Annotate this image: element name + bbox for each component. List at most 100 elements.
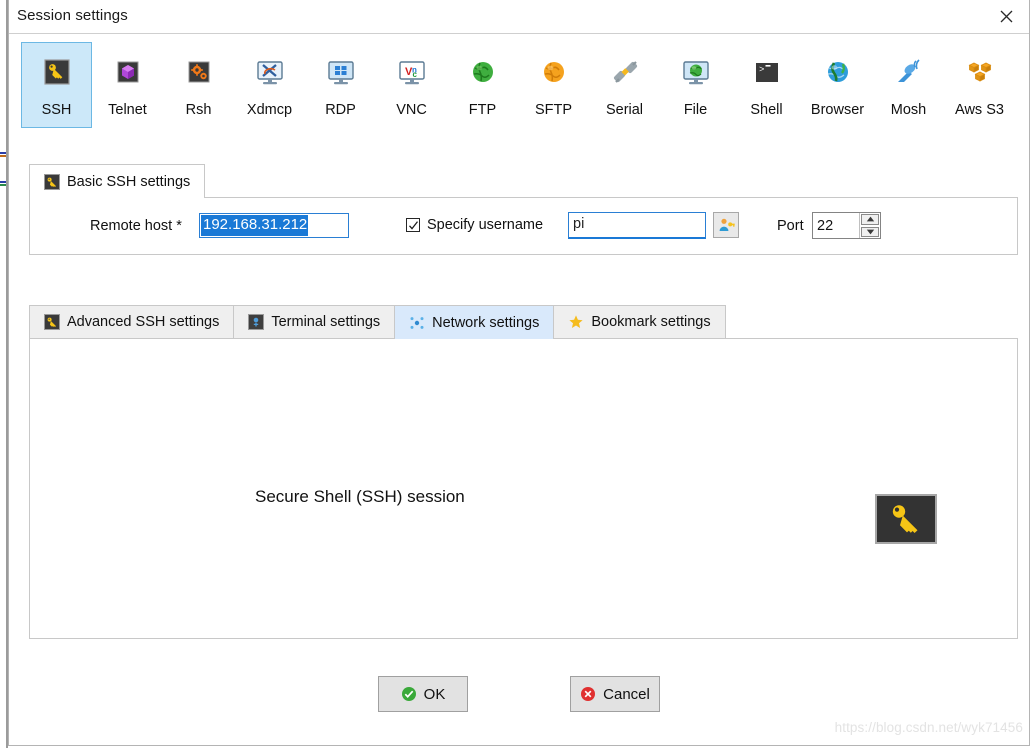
protocol-label: FTP [468,102,497,118]
protocol-label: Mosh [890,102,927,118]
settings-tab-group: Advanced SSH settings Terminal settings [29,305,1018,639]
protocol-tab-aws-s3[interactable]: Aws S3 [944,42,1015,128]
terminal-icon [248,314,265,330]
tab-network-settings[interactable]: Network settings [394,305,555,339]
protocol-tab-shell[interactable]: > Shell [731,42,802,128]
port-increment-button[interactable] [861,214,879,225]
xdmcp-monitor-icon [254,56,286,88]
basic-ssh-tabstrip: Basic SSH settings [29,164,1018,198]
tab-label: Terminal settings [271,314,381,330]
error-circle-icon [580,686,596,702]
rsh-gears-icon [183,56,215,88]
aws-s3-boxes-icon [964,56,996,88]
session-settings-dialog: Session settings SSH Telnet Rsh Xdmcp RD… [8,0,1030,746]
chevron-down-icon [866,229,874,235]
network-settings-panel: Secure Shell (SSH) session [29,338,1018,639]
cancel-label: Cancel [603,685,650,703]
sftp-globe-icon [538,56,570,88]
tab-bookmark-settings[interactable]: Bookmark settings [553,305,726,338]
network-nodes-icon [409,315,425,331]
protocol-tab-rdp[interactable]: RDP [305,42,376,128]
protocol-label: Telnet [108,102,147,118]
protocol-label: Browser [810,102,865,118]
basic-ssh-row: Remote host * 192.168.31.212 Specify use… [30,198,1017,256]
protocol-tab-sftp[interactable]: SFTP [518,42,589,128]
browser-globe-icon [822,56,854,88]
ok-label: OK [423,685,446,703]
specify-username-checkbox[interactable]: Specify username [406,217,543,233]
specify-username-label: Specify username [427,217,544,233]
remote-host-value: 192.168.31.212 [201,215,309,236]
dialog-footer: OK Cancel [9,676,1029,712]
svg-text:>: > [759,65,764,75]
ssh-key-icon [44,173,60,190]
protocol-toolbar: SSH Telnet Rsh Xdmcp RDP V n c VNC FTP S… [21,42,1019,134]
titlebar: Session settings [9,0,1029,34]
checkbox-box [406,218,420,232]
chevron-up-icon [866,216,874,222]
ftp-globe-icon [467,56,499,88]
telnet-cube-icon [112,56,144,88]
user-key-icon[interactable] [713,212,739,238]
shell-console-icon: > [751,56,783,88]
protocol-tab-ftp[interactable]: FTP [447,42,518,128]
protocol-tab-rsh[interactable]: Rsh [163,42,234,128]
session-description: Secure Shell (SSH) session [255,487,465,506]
file-monitor-icon [680,56,712,88]
protocol-tab-file[interactable]: File [660,42,731,128]
port-decrement-button[interactable] [861,226,879,237]
port-value[interactable]: 22 [813,213,859,238]
ok-button[interactable]: OK [378,676,468,712]
background-window-sliver [0,0,8,748]
ssh-key-icon [875,494,937,544]
svg-text:c: c [412,70,417,79]
protocol-tab-mosh[interactable]: Mosh [873,42,944,128]
remote-host-input[interactable]: 192.168.31.212 [199,213,349,238]
protocol-label: Aws S3 [955,102,1004,118]
protocol-tab-vnc[interactable]: V n c VNC [376,42,447,128]
username-input[interactable]: pi [568,212,706,239]
serial-plug-icon [609,56,641,88]
protocol-label: SFTP [534,102,573,118]
port-label: Port [777,218,804,234]
tab-basic-ssh-settings[interactable]: Basic SSH settings [29,164,206,198]
protocol-tab-browser[interactable]: Browser [802,42,873,128]
protocol-label: Shell [750,102,783,118]
mosh-satellite-icon [893,56,925,88]
tab-label: Advanced SSH settings [67,314,220,330]
tab-label: Basic SSH settings [67,173,191,190]
username-value: pi [573,216,585,232]
window-title: Session settings [17,7,128,24]
close-icon[interactable] [983,0,1029,33]
protocol-tab-serial[interactable]: Serial [589,42,660,128]
vnc-monitor-icon: V n c [396,56,428,88]
protocol-label: File [683,102,708,118]
tab-label: Network settings [432,314,540,331]
port-stepper: 22 [812,212,881,239]
settings-tabstrip: Advanced SSH settings Terminal settings [29,305,1018,339]
basic-ssh-panel: Remote host * 192.168.31.212 Specify use… [29,197,1018,255]
check-circle-icon [401,686,417,702]
check-icon [408,220,418,230]
protocol-tab-telnet[interactable]: Telnet [92,42,163,128]
tab-terminal-settings[interactable]: Terminal settings [233,305,396,338]
rdp-monitor-icon [325,56,357,88]
port-stepper-buttons [859,213,880,238]
protocol-label: Xdmcp [246,102,293,118]
remote-host-label: Remote host * [90,218,182,234]
tab-advanced-ssh-settings[interactable]: Advanced SSH settings [29,305,235,338]
tab-label: Bookmark settings [591,314,711,330]
cancel-button[interactable]: Cancel [570,676,660,712]
protocol-label: RDP [325,102,356,118]
protocol-label: SSH [41,102,72,118]
protocol-tab-ssh[interactable]: SSH [21,42,92,128]
protocol-label: VNC [396,102,427,118]
watermark: https://blog.csdn.net/wyk71456 [834,720,1023,735]
protocol-label: Rsh [185,102,212,118]
ssh-key-icon [44,314,60,330]
ssh-key-icon [41,56,73,88]
protocol-label: Serial [605,102,644,118]
star-icon [568,314,584,330]
basic-ssh-settings-group: Basic SSH settings Remote host * 192.168… [29,164,1018,255]
protocol-tab-xdmcp[interactable]: Xdmcp [234,42,305,128]
